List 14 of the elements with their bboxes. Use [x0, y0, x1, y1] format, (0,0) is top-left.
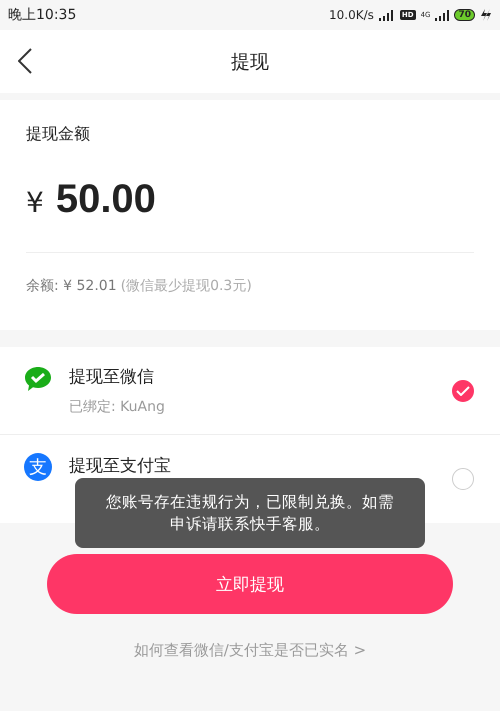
option-title: 提现至支付宝	[69, 455, 172, 477]
currency-symbol: ¥	[26, 186, 44, 219]
amount-label: 提现金额	[26, 124, 91, 145]
bound-account: 已绑定: KuAng	[69, 398, 166, 416]
page-title: 提现	[231, 50, 269, 74]
minimum-hint: (微信最少提现0.3元)	[120, 277, 252, 295]
warning-toast: 您账号存在违规行为，已限制兑换。如需申诉请联系快手客服。	[75, 478, 425, 548]
balance-text: 余额: ¥ 52.01	[26, 277, 117, 295]
option-title: 提现至微信	[69, 366, 155, 388]
status-time: 晚上10:35	[8, 6, 76, 24]
network-speed: 10.0K/s	[329, 8, 374, 22]
amount-value: 50.00	[56, 177, 156, 222]
payment-app-icon: 支	[24, 453, 52, 481]
battery-indicator: 70	[454, 9, 475, 21]
